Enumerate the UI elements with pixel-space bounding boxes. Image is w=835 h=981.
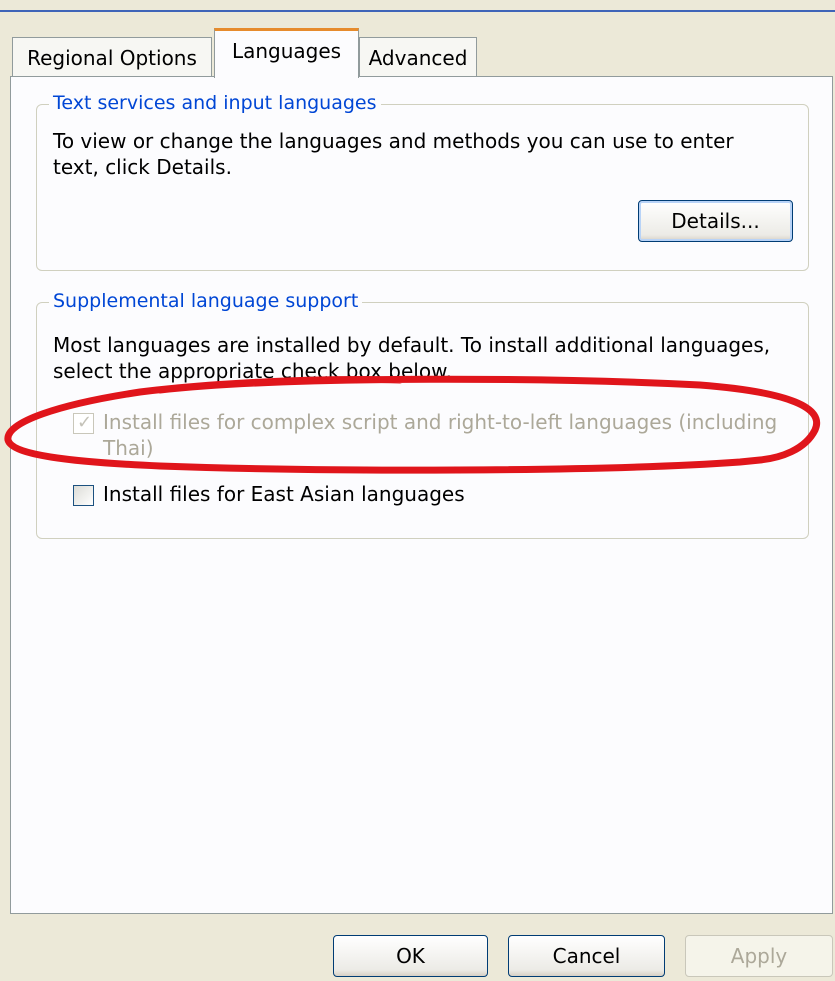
supplemental-language-group: Supplemental language support Most langu…	[36, 290, 809, 539]
complex-script-label: Install files for complex script and rig…	[103, 409, 777, 461]
tab-panel-languages: Text services and input languages To vie…	[10, 76, 833, 914]
label-line: Install files for complex script and rig…	[103, 410, 778, 434]
ok-button[interactable]: OK	[333, 935, 488, 977]
tab-regional-options[interactable]: Regional Options	[12, 37, 212, 77]
apply-button[interactable]: Apply	[685, 935, 833, 977]
east-asian-checkbox[interactable]	[73, 485, 94, 506]
complex-script-checkbox[interactable]: ✓	[73, 412, 94, 434]
tab-advanced[interactable]: Advanced	[359, 37, 477, 77]
east-asian-label: Install files for East Asian languages	[103, 482, 465, 506]
checkmark-icon: ✓	[77, 412, 93, 433]
tab-label: Advanced	[368, 45, 468, 70]
text-services-group: Text services and input languages To vie…	[36, 92, 809, 271]
tab-label: Regional Options	[27, 45, 197, 70]
text-services-description: To view or change the languages and meth…	[53, 128, 734, 180]
cancel-button[interactable]: Cancel	[508, 935, 665, 977]
details-button[interactable]: Details...	[638, 200, 793, 242]
group-title: Text services and input languages	[49, 92, 381, 114]
group-title: Supplemental language support	[49, 290, 363, 312]
label-line: Thai)	[103, 436, 154, 460]
description-line: Most languages are installed by default.…	[53, 333, 771, 357]
description-line: text, click Details.	[53, 155, 232, 179]
supplemental-description: Most languages are installed by default.…	[53, 332, 770, 384]
description-line: select the appropriate check box below.	[53, 359, 452, 383]
tab-languages[interactable]: Languages	[214, 28, 359, 78]
tab-label: Languages	[231, 38, 342, 63]
window-top-edge	[0, 10, 835, 12]
description-line: To view or change the languages and meth…	[53, 129, 734, 153]
